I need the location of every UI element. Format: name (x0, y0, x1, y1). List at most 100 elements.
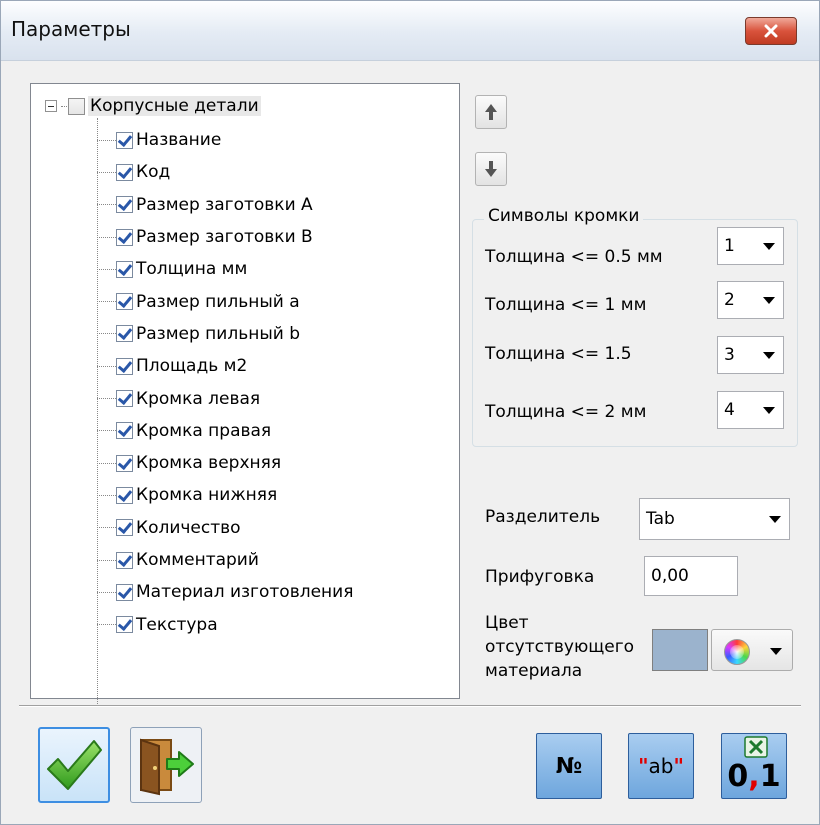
item-checkbox[interactable] (116, 260, 133, 278)
tree-item[interactable]: Кромка нижняя (97, 479, 353, 511)
tree-root-row[interactable]: Корпусные детали (45, 94, 261, 118)
footer-divider (19, 705, 801, 707)
tree-connector (61, 105, 67, 107)
tree-root-label: Корпусные детали (88, 96, 261, 116)
item-checkbox[interactable] (116, 131, 133, 149)
chevron-down-icon (763, 243, 775, 250)
edge-row-label: Толщина <= 0.5 мм (485, 247, 663, 267)
quote-text-label: "ab" (638, 754, 684, 778)
missing-color-label: Цвет отсутствующего материала (485, 611, 634, 683)
parameters-dialog: Параметры Корпусные детали Название Код … (0, 0, 820, 825)
separator-label: Разделитель (485, 507, 601, 527)
edge-symbols-title: Символы кромки (484, 206, 644, 226)
title-bar: Параметры (1, 1, 819, 61)
number-label: № (555, 753, 583, 779)
edge-symbol-value: 2 (724, 290, 735, 310)
edge-symbol-select[interactable]: 1 (717, 227, 784, 265)
tree-item[interactable]: Комментарий (97, 544, 353, 576)
exit-button[interactable] (130, 727, 202, 803)
item-checkbox[interactable] (116, 551, 133, 569)
tree-item-label: Толщина мм (136, 259, 248, 280)
tree-item[interactable]: Количество (97, 512, 353, 544)
tree-item[interactable]: Материал изготовления (97, 576, 353, 608)
edge-symbol-select[interactable]: 2 (717, 281, 784, 319)
tree-item-label: Название (136, 130, 222, 151)
item-checkbox[interactable] (116, 486, 133, 504)
tree-item-label: Размер заготовки В (136, 227, 313, 248)
item-checkbox[interactable] (116, 163, 133, 181)
tree-item[interactable]: Размер заготовки В (97, 221, 353, 253)
tree-item[interactable]: Размер пильный b (97, 318, 353, 350)
missing-color-swatch (652, 629, 708, 671)
missing-color-label-line: Цвет (485, 613, 529, 633)
numeric-format-label: 0,1 (727, 759, 781, 794)
columns-tree[interactable]: Корпусные детали Название Код Размер заг… (30, 83, 460, 704)
color-picker-button[interactable] (711, 629, 793, 671)
exit-door-icon (140, 738, 194, 796)
edge-symbol-value: 4 (724, 400, 735, 420)
edge-symbol-select[interactable]: 4 (717, 391, 784, 429)
edge-symbol-value: 3 (724, 345, 735, 365)
item-checkbox[interactable] (116, 357, 133, 375)
quote-text-button[interactable]: "ab" (628, 733, 694, 799)
chevron-down-icon (769, 516, 781, 523)
tree-item[interactable]: Текстура (97, 608, 353, 640)
chevron-down-icon (763, 407, 775, 414)
tree-items: Название Код Размер заготовки А Размер з… (97, 124, 353, 641)
tree-item-label: Материал изготовления (136, 582, 354, 603)
tree-item[interactable]: Кромка правая (97, 415, 353, 447)
color-wheel-icon (724, 639, 750, 665)
move-down-button[interactable] (475, 152, 507, 186)
tree-item[interactable]: Кромка левая (97, 382, 353, 414)
move-up-button[interactable] (475, 95, 507, 129)
edge-symbol-value: 1 (724, 236, 735, 256)
tree-item[interactable]: Код (97, 156, 353, 188)
jointing-input[interactable]: 0,00 (644, 556, 738, 596)
item-checkbox[interactable] (116, 228, 133, 246)
tree-item-label: Кромка нижняя (136, 485, 278, 506)
number-button[interactable]: № (536, 733, 602, 799)
arrow-down-icon (485, 161, 497, 177)
window-title: Параметры (11, 17, 131, 41)
tree-item-label: Текстура (136, 614, 218, 635)
close-button[interactable] (745, 17, 797, 45)
item-checkbox[interactable] (116, 454, 133, 472)
separator-value: Tab (646, 509, 675, 529)
collapse-icon[interactable] (45, 100, 57, 112)
tree-item[interactable]: Площадь м2 (97, 350, 353, 382)
arrow-up-icon (485, 104, 497, 120)
tree-item-label: Код (136, 162, 171, 183)
tree-item-label: Размер пильный b (136, 323, 301, 344)
tree-item-label: Размер пильный а (136, 291, 300, 312)
tree-item[interactable]: Название (97, 124, 353, 156)
item-checkbox[interactable] (116, 519, 133, 537)
edge-symbol-select[interactable]: 3 (717, 336, 784, 374)
ok-button[interactable] (38, 727, 110, 803)
tree-item-label: Кромка правая (136, 420, 272, 441)
item-checkbox[interactable] (116, 325, 133, 343)
tree-item[interactable]: Размер пильный а (97, 285, 353, 317)
edge-row-label: Толщина <= 1 мм (485, 295, 647, 315)
checkmark-icon (47, 740, 102, 790)
tree-item[interactable]: Кромка верхняя (97, 447, 353, 479)
excel-numeric-button[interactable]: 0,1 (721, 733, 787, 799)
root-checkbox[interactable] (68, 97, 85, 115)
tree-item-label: Кромка левая (136, 388, 261, 409)
chevron-down-icon (763, 352, 775, 359)
item-checkbox[interactable] (116, 390, 133, 408)
tree-item-label: Количество (136, 517, 241, 538)
separator-select[interactable]: Tab (639, 498, 790, 540)
tree-item-label: Кромка верхняя (136, 453, 282, 474)
tree-item[interactable]: Размер заготовки А (97, 189, 353, 221)
item-checkbox[interactable] (116, 422, 133, 440)
tree-item-label: Площадь м2 (136, 356, 248, 377)
item-checkbox[interactable] (116, 196, 133, 214)
item-checkbox[interactable] (116, 616, 133, 634)
tree-item[interactable]: Толщина мм (97, 253, 353, 285)
missing-color-label-line: отсутствующего (485, 637, 635, 657)
jointing-label: Прифуговка (485, 567, 595, 587)
edge-row-label: Толщина <= 2 мм (485, 402, 647, 422)
item-checkbox[interactable] (116, 583, 133, 601)
item-checkbox[interactable] (116, 293, 133, 311)
jointing-value: 0,00 (651, 566, 689, 586)
